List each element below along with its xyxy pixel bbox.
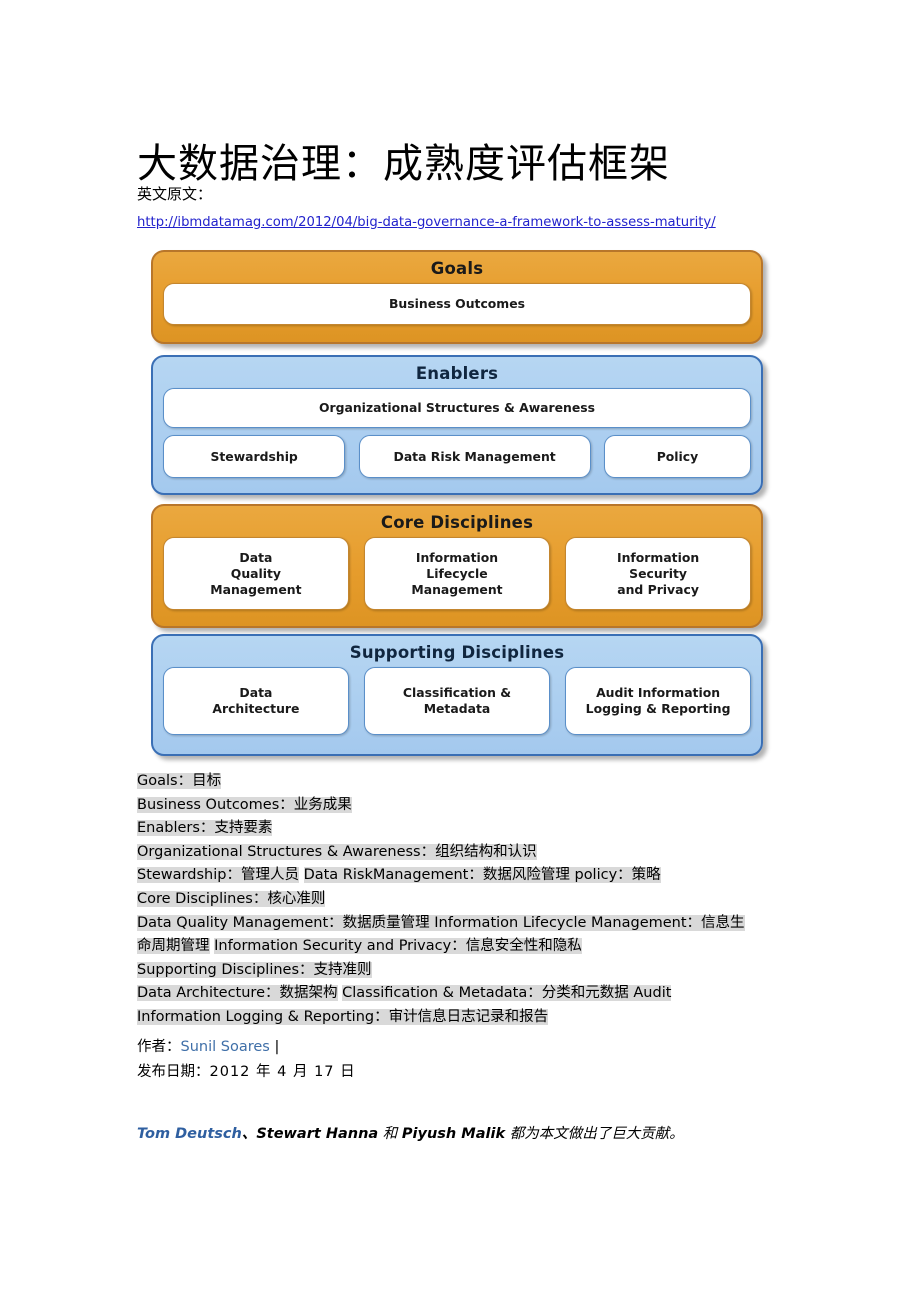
- glossary-line: Stewardship：管理人员 Data RiskManagement：数据风…: [137, 864, 747, 888]
- cell-data-quality-management: Data Quality Management: [163, 537, 349, 610]
- glossary-segment: [299, 867, 304, 883]
- glossary-segment: Data Architecture：数据架构: [137, 985, 338, 1002]
- glossary-segment: Classification & Metadata：分类和元数据: [342, 985, 629, 1002]
- band-title-supporting-disciplines: Supporting Disciplines: [349, 643, 565, 662]
- glossary-line: Business Outcomes：业务成果: [137, 794, 747, 818]
- governance-framework-diagram: Goals Business Outcomes Enablers Organiz…: [151, 250, 771, 756]
- glossary-line: Supporting Disciplines：支持准则: [137, 959, 747, 983]
- band-goals-row: Business Outcomes: [153, 283, 761, 333]
- band-support-row: Data Architecture Classification & Metadat…: [153, 667, 761, 744]
- glossary-segment: Data RiskManagement：数据风险管理: [303, 867, 570, 884]
- page-title: 大数据治理：成熟度评估框架: [137, 140, 670, 187]
- glossary-line: Goals：目标: [137, 770, 747, 794]
- band-core-row: Data Quality Management Information Lifecyc…: [153, 537, 761, 619]
- byline-author-label: 作者：: [137, 1039, 181, 1055]
- band-title-core-disciplines: Core Disciplines: [380, 513, 534, 532]
- glossary-segment: Goals：目标: [137, 773, 222, 789]
- contributor-conjunction: 和: [378, 1126, 402, 1142]
- glossary-segment: Core Disciplines：核心准则: [137, 890, 326, 907]
- glossary-segment: Organizational Structures & Awareness：组织…: [137, 843, 537, 860]
- contributor-name-stewart-hanna: Stewart Hanna: [256, 1126, 379, 1142]
- band-enablers-row-top: Organizational Structures & Awareness: [153, 388, 761, 435]
- band-core-disciplines: Core Disciplines Data Quality Management I…: [151, 504, 763, 628]
- glossary-segment: Information Security and Privacy：信息安全性和隐…: [214, 938, 582, 955]
- glossary-segment: Stewardship：管理人员: [137, 867, 299, 884]
- glossary-segment: Enablers：支持要素: [137, 820, 273, 837]
- byline: 作者：Sunil Soares | 发布日期：2012 年 4 月 17 日: [137, 1035, 356, 1085]
- band-enablers: Enablers Organizational Structures & Awa…: [151, 355, 763, 495]
- contributors-line: Tom Deutsch、Stewart Hanna 和 Piyush Malik…: [137, 1123, 684, 1145]
- byline-separator: |: [274, 1039, 280, 1055]
- contributors-tail-text: 都为本文做出了巨大贡献。: [505, 1126, 684, 1142]
- glossary-segment: Supporting Disciplines：支持准则: [137, 961, 372, 978]
- cell-data-architecture: Data Architecture: [163, 667, 349, 735]
- cell-data-risk-management: Data Risk Management: [358, 435, 591, 478]
- glossary-segment: Data Quality Management：数据质量管理: [137, 914, 430, 931]
- publish-date-label: 发布日期：: [137, 1064, 210, 1080]
- document-page: 大数据治理：成熟度评估框架 英文原文： http://ibmdatamag.co…: [0, 0, 920, 1302]
- contributor-separator: 、: [241, 1126, 257, 1142]
- glossary-line: Data Architecture：数据架构 Classification & …: [137, 982, 747, 1029]
- band-enablers-row-bottom: Stewardship Data Risk Management Policy: [153, 435, 761, 487]
- glossary-translation-list: Goals：目标 Business Outcomes：业务成果 Enablers：支…: [137, 770, 747, 1030]
- cell-classification-metadata: Classification & Metadata: [364, 667, 550, 735]
- band-goals: Goals Business Outcomes: [151, 250, 763, 344]
- contributor-name-tom-deutsch: Tom Deutsch: [137, 1126, 242, 1142]
- source-url-link[interactable]: http://ibmdatamag.com/2012/04/big-data-g…: [137, 214, 716, 232]
- byline-date-line: 发布日期：2012 年 4 月 17 日: [137, 1060, 356, 1085]
- cell-business-outcomes: Business Outcomes: [163, 283, 751, 325]
- glossary-line: Data Quality Management：数据质量管理 Informati…: [137, 912, 747, 959]
- glossary-segment: policy：策略: [574, 867, 661, 884]
- cell-information-security-and-privacy: Information Security and Privacy: [565, 537, 751, 610]
- cell-organizational-structures-awareness: Organizational Structures & Awareness: [163, 388, 751, 428]
- glossary-line: Core Disciplines：核心准则: [137, 888, 747, 912]
- author-link[interactable]: Sunil Soares: [181, 1039, 270, 1055]
- cell-policy: Policy: [603, 435, 751, 478]
- glossary-line: Enablers：支持要素: [137, 817, 747, 841]
- cell-information-lifecycle-management: Information Lifecycle Management: [364, 537, 550, 610]
- glossary-segment: Business Outcomes：业务成果: [137, 796, 352, 813]
- band-title-goals: Goals: [430, 259, 484, 278]
- band-title-enablers: Enablers: [415, 364, 499, 383]
- glossary-line: Organizational Structures & Awareness：组织…: [137, 841, 747, 865]
- publish-date-value: 2012 年 4 月 17 日: [209, 1064, 356, 1080]
- byline-author-line: 作者：Sunil Soares |: [137, 1035, 356, 1060]
- band-supporting-disciplines: Supporting Disciplines Data Architecture …: [151, 634, 763, 756]
- cell-audit-information-logging-reporting: Audit Information Logging & Reporting: [565, 667, 751, 735]
- cell-stewardship: Stewardship: [163, 435, 346, 478]
- source-label: 英文原文：: [137, 185, 213, 203]
- contributor-name-piyush-malik: Piyush Malik: [401, 1126, 506, 1142]
